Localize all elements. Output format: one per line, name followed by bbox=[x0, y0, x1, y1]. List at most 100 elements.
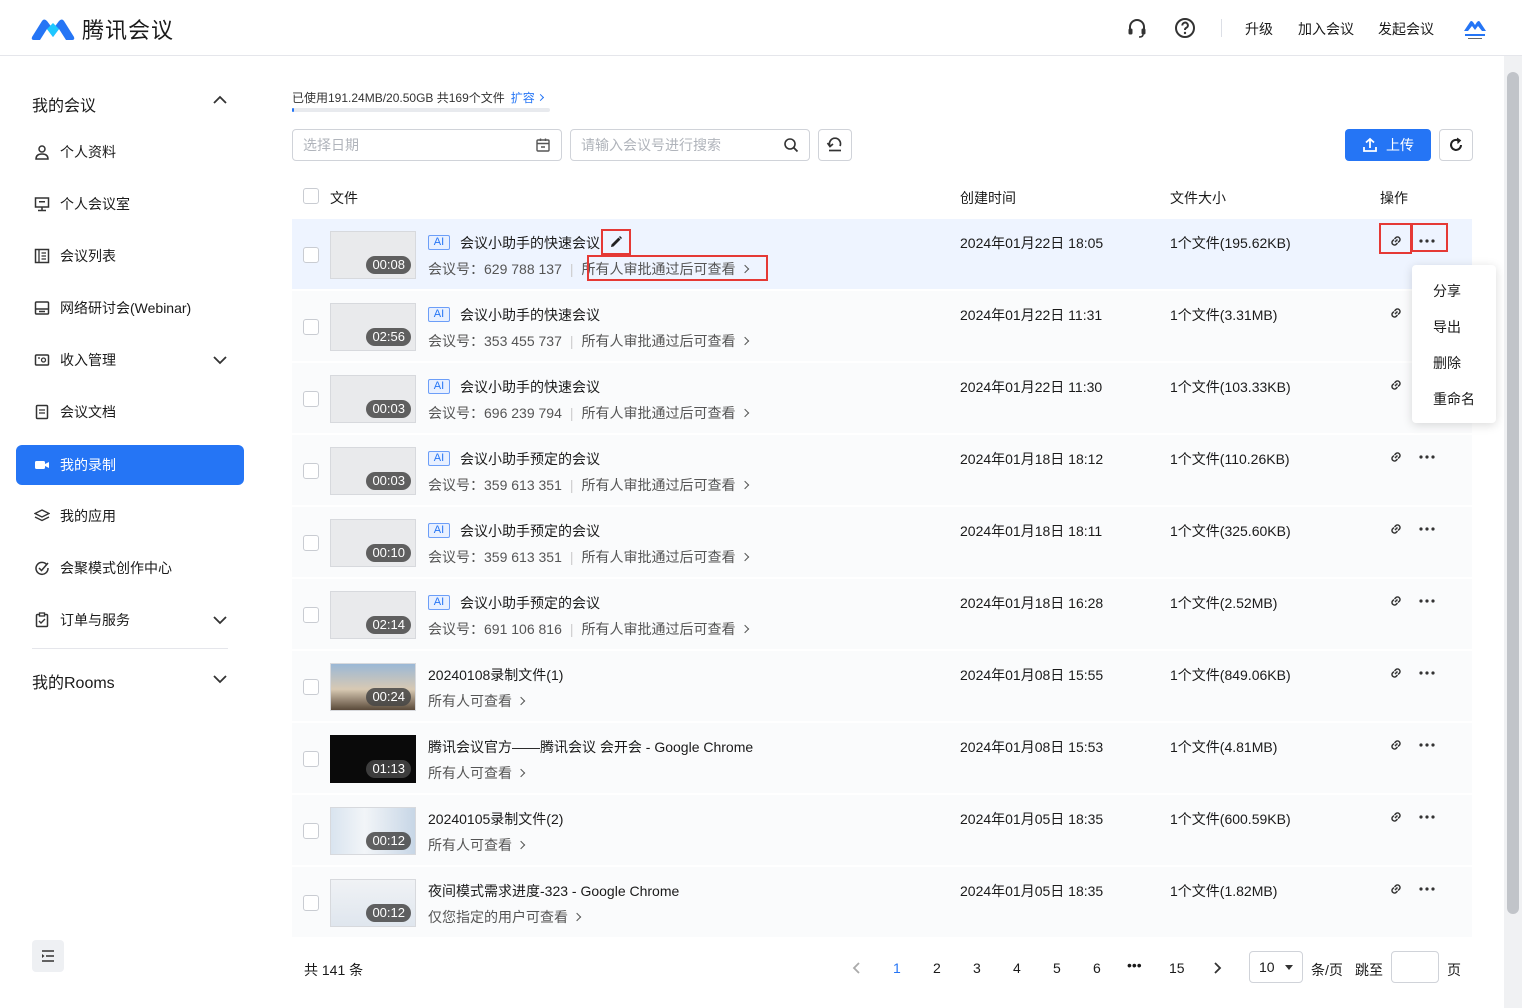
page-ellipsis[interactable]: ••• bbox=[1127, 957, 1142, 973]
recording-title[interactable]: 会议小助手预定的会议 bbox=[460, 593, 600, 613]
more-actions-icon[interactable] bbox=[1418, 809, 1436, 825]
recording-title[interactable]: 会议小助手的快速会议 bbox=[460, 305, 600, 325]
prev-page-icon[interactable] bbox=[850, 960, 864, 976]
menu-item-rename[interactable]: 重命名 bbox=[1433, 389, 1475, 409]
app-logo[interactable]: 腾讯会议 bbox=[30, 13, 174, 45]
row-checkbox[interactable] bbox=[303, 247, 319, 263]
permission-link[interactable]: 所有人审批通过后可查看 bbox=[582, 621, 749, 637]
page-4[interactable]: 4 bbox=[1013, 960, 1021, 976]
share-link-icon[interactable] bbox=[1388, 809, 1404, 825]
recording-title[interactable]: 会议小助手预定的会议 bbox=[460, 521, 600, 541]
table-row[interactable]: 00:03 AI 会议小助手的快速会议 会议号：696 239 794 | 所有人审批通过… bbox=[292, 363, 1472, 433]
row-checkbox[interactable] bbox=[303, 751, 319, 767]
recording-thumbnail[interactable]: 00:12 bbox=[330, 807, 416, 855]
chevron-down-icon[interactable] bbox=[212, 612, 228, 628]
permission-link[interactable]: 所有人可查看 bbox=[428, 837, 526, 853]
share-link-icon[interactable] bbox=[1388, 737, 1404, 753]
share-link-icon[interactable] bbox=[1388, 521, 1404, 537]
page-2[interactable]: 2 bbox=[933, 960, 941, 976]
page-size-select[interactable]: 10 bbox=[1249, 951, 1303, 983]
edit-title-icon[interactable] bbox=[608, 234, 624, 250]
recording-thumbnail[interactable]: 00:24 bbox=[330, 663, 416, 711]
upgrade-link[interactable]: 升级 bbox=[1245, 19, 1273, 39]
table-row[interactable]: 02:14 AI 会议小助手预定的会议 会议号：691 106 816 | 所有人审批通过… bbox=[292, 579, 1472, 649]
reset-filter-button[interactable] bbox=[818, 129, 852, 161]
permission-link[interactable]: 所有人可查看 bbox=[428, 765, 526, 781]
row-checkbox[interactable] bbox=[303, 463, 319, 479]
headset-icon[interactable] bbox=[1125, 16, 1149, 40]
share-link-icon[interactable] bbox=[1388, 377, 1404, 393]
more-actions-icon[interactable] bbox=[1418, 665, 1436, 681]
row-checkbox[interactable] bbox=[303, 895, 319, 911]
chevron-down-icon[interactable] bbox=[212, 352, 228, 368]
permission-link[interactable]: 所有人审批通过后可查看 bbox=[582, 549, 749, 565]
recording-thumbnail[interactable]: 02:56 bbox=[330, 303, 416, 351]
share-link-icon[interactable] bbox=[1388, 449, 1404, 465]
recording-title[interactable]: 20240108录制文件(1) bbox=[428, 665, 563, 685]
more-actions-icon[interactable] bbox=[1418, 737, 1436, 753]
sidebar-item-my-apps[interactable]: 我的应用 bbox=[16, 496, 244, 536]
page-15[interactable]: 15 bbox=[1169, 960, 1185, 976]
row-checkbox[interactable] bbox=[303, 823, 319, 839]
permission-link[interactable]: 所有人可查看 bbox=[428, 693, 526, 709]
select-all-checkbox[interactable] bbox=[303, 188, 319, 204]
share-link-icon[interactable] bbox=[1388, 665, 1404, 681]
menu-item-export[interactable]: 导出 bbox=[1433, 317, 1461, 337]
page-5[interactable]: 5 bbox=[1053, 960, 1061, 976]
menu-item-delete[interactable]: 删除 bbox=[1433, 353, 1461, 373]
menu-item-share[interactable]: 分享 bbox=[1433, 281, 1461, 301]
row-checkbox[interactable] bbox=[303, 679, 319, 695]
table-row[interactable]: 00:10 AI 会议小助手预定的会议 会议号：359 613 351 | 所有人审批通过… bbox=[292, 507, 1472, 577]
page-1[interactable]: 1 bbox=[893, 960, 901, 976]
page-6[interactable]: 6 bbox=[1093, 960, 1101, 976]
sidebar-item-creative-center[interactable]: 会聚模式创作中心 bbox=[16, 548, 244, 588]
chevron-up-icon[interactable] bbox=[212, 92, 228, 108]
row-checkbox[interactable] bbox=[303, 607, 319, 623]
next-page-icon[interactable] bbox=[1210, 960, 1224, 976]
row-checkbox[interactable] bbox=[303, 319, 319, 335]
sidebar-group-my-rooms[interactable]: 我的Rooms bbox=[32, 669, 115, 693]
table-row[interactable]: 00:03 AI 会议小助手预定的会议 会议号：359 613 351 | 所有人审批通过… bbox=[292, 435, 1472, 505]
recording-thumbnail[interactable]: 00:12 bbox=[330, 879, 416, 927]
recording-thumbnail[interactable]: 00:03 bbox=[330, 447, 416, 495]
recording-thumbnail[interactable]: 02:14 bbox=[330, 591, 416, 639]
recording-title[interactable]: 会议小助手的快速会议 bbox=[460, 233, 600, 253]
sidebar-item-income[interactable]: 收入管理 bbox=[16, 340, 244, 380]
recording-title[interactable]: 腾讯会议官方——腾讯会议 会开会 - Google Chrome bbox=[428, 737, 753, 757]
recording-title[interactable]: 20240105录制文件(2) bbox=[428, 809, 563, 829]
row-checkbox[interactable] bbox=[303, 391, 319, 407]
more-actions-icon[interactable] bbox=[1418, 593, 1436, 609]
table-row[interactable]: 00:12 夜间模式需求进度-323 - Google Chrome 仅您指定的用户… bbox=[292, 867, 1472, 937]
sidebar-item-my-recordings[interactable]: 我的录制 bbox=[16, 445, 244, 485]
more-actions-icon[interactable] bbox=[1418, 449, 1436, 465]
sidebar-group-my-meetings[interactable]: 我的会议 bbox=[32, 92, 96, 116]
permission-link[interactable]: 仅您指定的用户可查看 bbox=[428, 909, 582, 925]
permission-link[interactable]: 所有人审批通过后可查看 bbox=[582, 405, 749, 421]
share-link-icon[interactable] bbox=[1388, 881, 1404, 897]
row-checkbox[interactable] bbox=[303, 535, 319, 551]
sidebar-item-webinar[interactable]: 网络研讨会(Webinar) bbox=[16, 288, 244, 328]
share-link-icon[interactable] bbox=[1388, 593, 1404, 609]
permission-link[interactable]: 所有人审批通过后可查看 bbox=[582, 477, 749, 493]
sidebar-item-meeting-list[interactable]: 会议列表 bbox=[16, 236, 244, 276]
search-icon[interactable] bbox=[783, 137, 799, 153]
jump-page-input[interactable] bbox=[1391, 951, 1439, 983]
avatar[interactable] bbox=[1462, 15, 1488, 41]
more-actions-icon[interactable] bbox=[1418, 521, 1436, 537]
upload-button[interactable]: 上传 bbox=[1345, 129, 1431, 161]
recording-title[interactable]: 夜间模式需求进度-323 - Google Chrome bbox=[428, 881, 679, 901]
page-3[interactable]: 3 bbox=[973, 960, 981, 976]
date-picker[interactable]: 选择日期 bbox=[292, 129, 562, 161]
sidebar-item-orders[interactable]: 订单与服务 bbox=[16, 600, 244, 640]
meeting-id-search-input[interactable]: 请输入会议号进行搜索 bbox=[570, 129, 810, 161]
chevron-down-icon[interactable] bbox=[212, 671, 228, 687]
recording-thumbnail[interactable]: 00:08 bbox=[330, 231, 416, 279]
expand-storage-link[interactable]: 扩容 bbox=[511, 91, 544, 105]
share-link-icon[interactable] bbox=[1388, 305, 1404, 321]
table-row[interactable]: 01:13 腾讯会议官方——腾讯会议 会开会 - Google Chrome 所有人… bbox=[292, 723, 1472, 793]
sidebar-item-profile[interactable]: 个人资料 bbox=[16, 132, 244, 172]
collapse-sidebar-button[interactable] bbox=[32, 940, 64, 972]
recording-thumbnail[interactable]: 00:03 bbox=[330, 375, 416, 423]
recording-title[interactable]: 会议小助手的快速会议 bbox=[460, 377, 600, 397]
refresh-button[interactable] bbox=[1439, 129, 1473, 161]
